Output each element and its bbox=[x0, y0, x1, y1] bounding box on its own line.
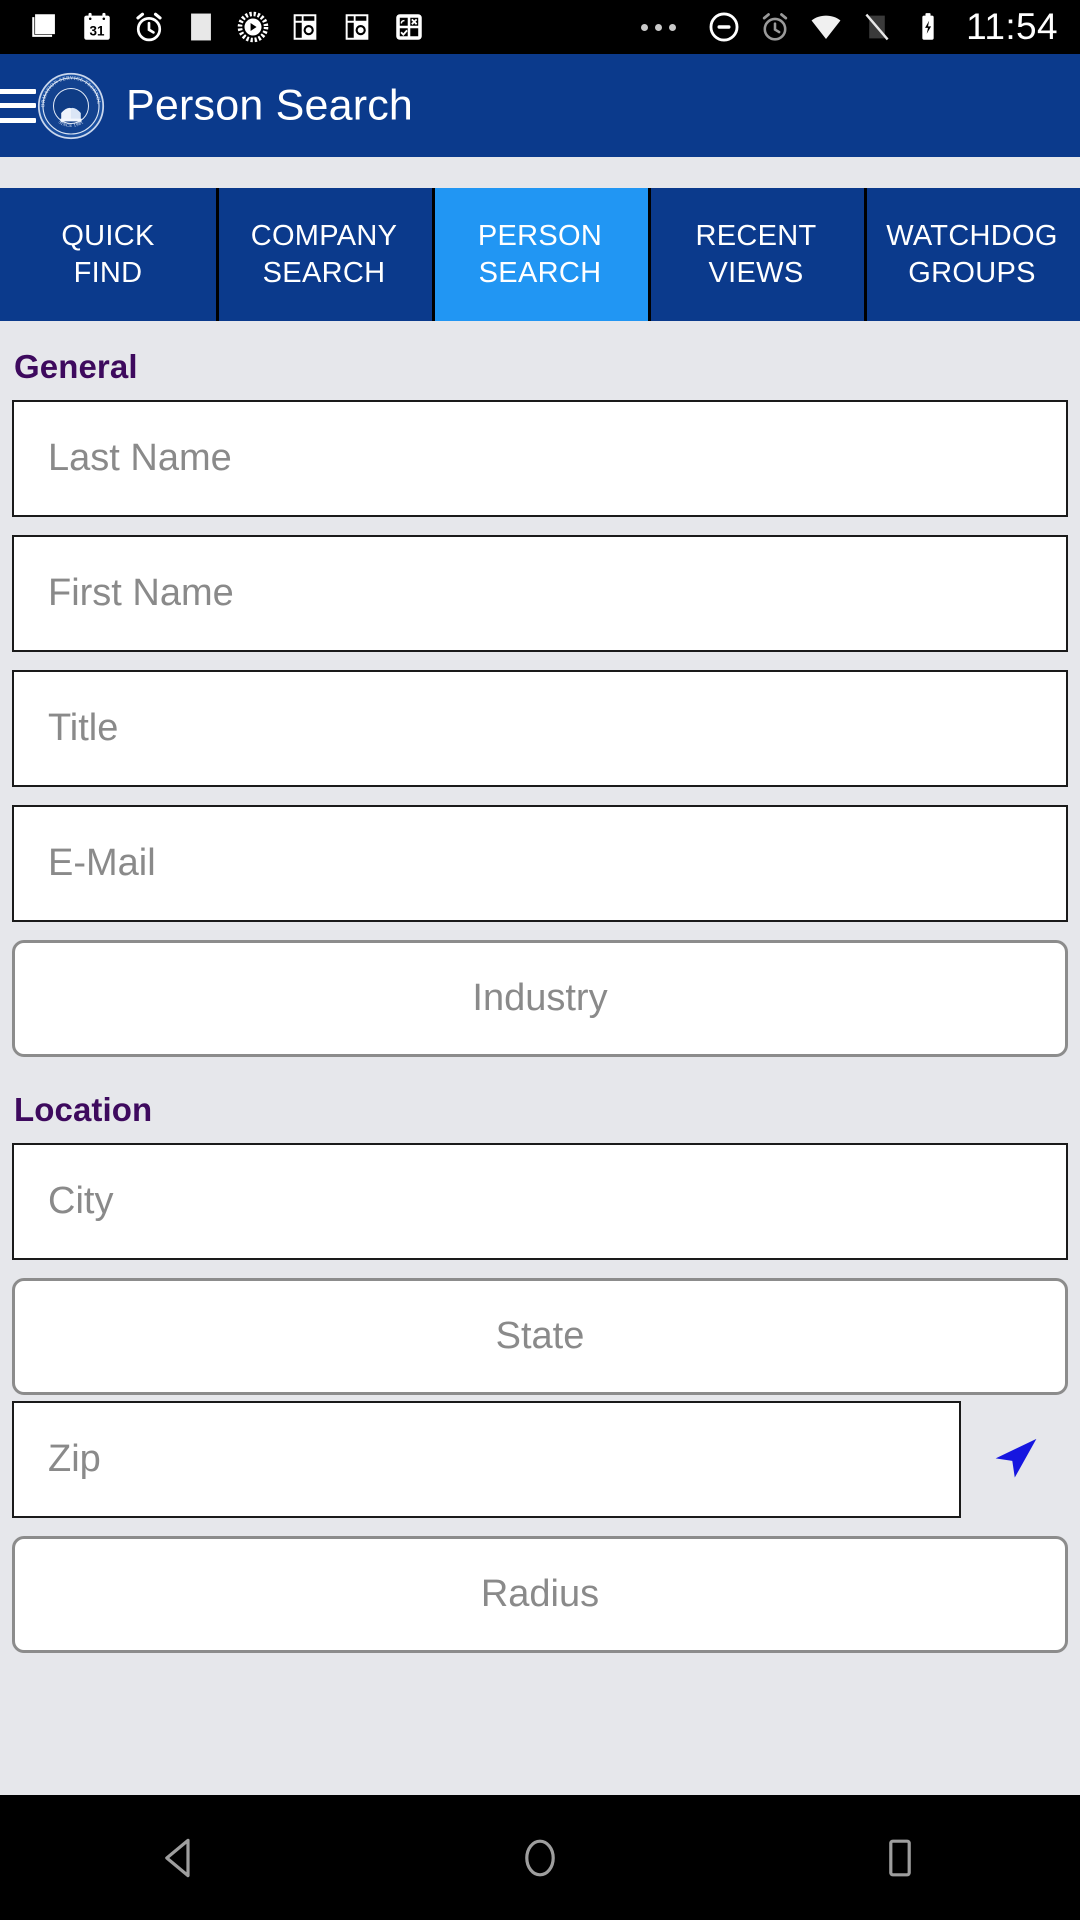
back-triangle-icon bbox=[165, 1838, 190, 1877]
status-bar-notifications: 31 bbox=[0, 10, 426, 44]
tab-quick-find[interactable]: QUICK FIND bbox=[0, 188, 216, 321]
last-name-field[interactable]: Last Name bbox=[12, 400, 1068, 517]
app-bar: INFORMATION SERVICE TECHNOLOGY SINCE 198… bbox=[0, 54, 1080, 157]
email-placeholder: E-Mail bbox=[48, 842, 156, 884]
page-title: Person Search bbox=[126, 81, 414, 129]
section-heading-location: Location bbox=[14, 1091, 153, 1128]
tab-watchdog-groups[interactable]: WATCHDOG GROUPS bbox=[864, 188, 1080, 321]
hamburger-icon[interactable] bbox=[0, 88, 36, 123]
status-bar-system: 11:54 bbox=[641, 6, 1080, 48]
calendar-day-label: 31 bbox=[90, 24, 105, 39]
tab-recent-views[interactable]: RECENT VIEWS bbox=[648, 188, 864, 321]
first-name-field[interactable]: First Name bbox=[12, 535, 1068, 652]
state-picker[interactable]: State bbox=[12, 1278, 1068, 1395]
company-logo: INFORMATION SERVICE TECHNOLOGY SINCE 198… bbox=[36, 71, 105, 139]
home-button[interactable] bbox=[460, 1795, 620, 1920]
recents-square-icon bbox=[889, 1839, 911, 1876]
media-player-icon bbox=[237, 11, 269, 43]
tab-bar: QUICK FIND COMPANY SEARCH PERSON SEARCH … bbox=[0, 188, 1080, 321]
city-placeholder: City bbox=[48, 1180, 114, 1222]
title-field[interactable]: Title bbox=[12, 670, 1068, 787]
battery-charging-icon bbox=[922, 13, 934, 40]
tab-label-line2: SEARCH bbox=[262, 256, 386, 289]
tab-person-search[interactable]: PERSON SEARCH bbox=[432, 188, 648, 321]
tab-company-search[interactable]: COMPANY SEARCH bbox=[216, 188, 432, 321]
alarm-clock-icon bbox=[136, 12, 162, 42]
logo-book-text: ISO bbox=[68, 101, 74, 105]
home-circle-icon bbox=[525, 1839, 555, 1876]
tab-label-line1: PERSON bbox=[477, 219, 603, 252]
android-nav-bar bbox=[0, 1795, 1080, 1920]
first-name-placeholder: First Name bbox=[48, 572, 234, 614]
wifi-icon bbox=[811, 15, 841, 40]
navigation-arrow-icon[interactable] bbox=[961, 1401, 1068, 1518]
tab-label-line1: RECENT bbox=[695, 219, 817, 252]
tab-label-line1: COMPANY bbox=[250, 219, 398, 252]
status-bar-clock: 11:54 bbox=[966, 6, 1058, 47]
search-form: General Last Name First Name Title E-Mai… bbox=[0, 321, 1080, 1795]
radius-picker[interactable]: Radius bbox=[12, 1536, 1068, 1653]
news-icon bbox=[32, 14, 55, 37]
industry-picker[interactable]: Industry bbox=[12, 940, 1068, 1057]
zip-row: Zip bbox=[12, 1401, 1068, 1518]
app-screen: 31 11:54 ORMATION SERVICE TECHNOL SINCE … bbox=[0, 0, 1080, 1920]
status-bar: 31 11:54 bbox=[0, 0, 1080, 54]
no-signal-icon bbox=[865, 13, 889, 41]
section-heading-general: General bbox=[14, 348, 138, 385]
alarm-set-icon bbox=[762, 13, 788, 41]
recents-button[interactable] bbox=[820, 1795, 980, 1920]
back-button[interactable] bbox=[100, 1795, 260, 1920]
overflow-dots-icon bbox=[641, 23, 677, 31]
photo-app-icon-2 bbox=[345, 14, 369, 40]
calendar-31-icon: 31 bbox=[84, 12, 110, 40]
industry-label: Industry bbox=[472, 977, 608, 1019]
tab-label-line2: GROUPS bbox=[908, 256, 1036, 289]
quad-app-icon bbox=[396, 14, 422, 40]
tab-label-line1: WATCHDOG bbox=[886, 219, 1058, 252]
tab-label-line2: SEARCH bbox=[478, 256, 602, 289]
city-field[interactable]: City bbox=[12, 1143, 1068, 1260]
zip-placeholder: Zip bbox=[48, 1438, 101, 1480]
photo-app-icon bbox=[293, 14, 317, 40]
tab-label-line1: QUICK bbox=[61, 219, 155, 252]
tab-label-line2: FIND bbox=[73, 256, 143, 289]
do-not-disturb-icon bbox=[709, 12, 739, 42]
last-name-placeholder: Last Name bbox=[48, 437, 232, 479]
zip-field[interactable]: Zip bbox=[12, 1401, 962, 1518]
email-field[interactable]: E-Mail bbox=[12, 805, 1068, 922]
title-placeholder: Title bbox=[48, 707, 119, 749]
tab-label-line2: VIEWS bbox=[708, 256, 804, 289]
state-label: State bbox=[495, 1315, 585, 1357]
navigation-arrow-glyph bbox=[995, 1438, 1036, 1478]
blank-app-icon bbox=[191, 13, 211, 41]
radius-label: Radius bbox=[480, 1573, 600, 1615]
